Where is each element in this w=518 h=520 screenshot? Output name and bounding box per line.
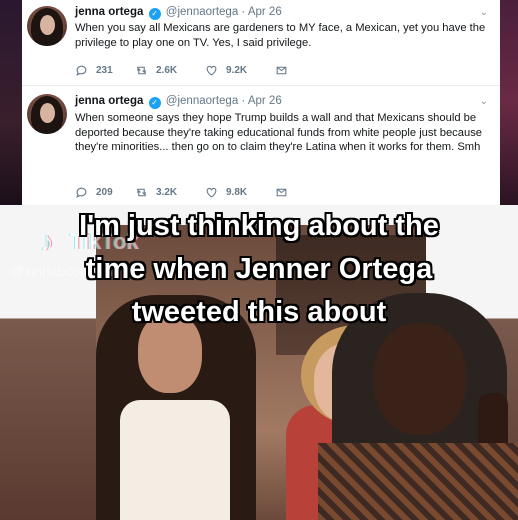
share-icon — [276, 66, 287, 75]
avatar[interactable] — [27, 6, 67, 46]
tweet-header: jenna ortega ✓ @jennaortega · Apr 26 — [75, 95, 282, 109]
tweet-date[interactable]: Apr 26 — [248, 95, 282, 107]
share-button[interactable] — [275, 186, 296, 199]
chevron-down-icon[interactable]: ⌄ — [480, 7, 488, 18]
reply-icon — [76, 187, 87, 198]
caption-line: time when Jenner Ortega — [85, 253, 433, 285]
caption-line: I'm just thinking about the — [79, 210, 439, 242]
separator: · — [241, 6, 246, 18]
tweet-actions: 209 3.2K 9.8K — [75, 186, 296, 199]
background-left — [0, 0, 22, 205]
like-button[interactable]: 9.2K — [205, 64, 275, 77]
retweet-count: 2.6K — [156, 65, 178, 76]
video-caption: I'm just thinking about the time when Je… — [0, 205, 518, 334]
share-icon — [276, 188, 287, 197]
retweet-button[interactable]: 2.6K — [135, 64, 205, 77]
author-name[interactable]: jenna ortega — [75, 95, 143, 107]
tweet-date[interactable]: Apr 26 — [248, 6, 282, 18]
author-handle[interactable]: @jennaortega — [166, 6, 238, 18]
retweet-icon — [136, 188, 147, 197]
tweet-actions: 231 2.6K 9.2K — [75, 64, 296, 77]
tweet: jenna ortega ✓ @jennaortega · Apr 26 ⌄ W… — [22, 0, 500, 86]
reply-count: 209 — [96, 187, 113, 198]
tweet-text: When someone says they hope Trump builds… — [75, 112, 483, 153]
retweet-count: 3.2K — [156, 187, 178, 198]
retweet-button[interactable]: 3.2K — [135, 186, 205, 199]
reply-icon — [76, 65, 87, 76]
like-count: 9.8K — [226, 187, 248, 198]
author-handle[interactable]: @jennaortega — [166, 95, 238, 107]
tweet: jenna ortega ✓ @jennaortega · Apr 26 ⌄ W… — [22, 86, 500, 205]
chevron-down-icon[interactable]: ⌄ — [480, 96, 488, 107]
like-count: 9.2K — [226, 65, 248, 76]
verified-icon: ✓ — [148, 8, 161, 20]
video-frame[interactable]: ♪ TikTok @xeinabcoulibaly I'm just think… — [0, 205, 518, 520]
tweet-screenshot: jenna ortega ✓ @jennaortega · Apr 26 ⌄ W… — [22, 0, 500, 205]
tweet-header: jenna ortega ✓ @jennaortega · Apr 26 — [75, 6, 282, 20]
retweet-icon — [136, 66, 147, 75]
background-right — [500, 0, 518, 205]
verified-icon: ✓ — [148, 97, 161, 109]
tweet-text: When you say all Mexicans are gardeners … — [75, 22, 486, 49]
heart-icon — [206, 65, 217, 76]
share-button[interactable] — [275, 64, 296, 77]
caption-line: tweeted this about — [131, 296, 387, 328]
reply-button[interactable]: 209 — [75, 186, 135, 199]
reply-count: 231 — [96, 65, 113, 76]
like-button[interactable]: 9.8K — [205, 186, 275, 199]
avatar[interactable] — [27, 94, 67, 134]
separator: · — [241, 95, 246, 107]
reply-button[interactable]: 231 — [75, 64, 135, 77]
author-name[interactable]: jenna ortega — [75, 6, 143, 18]
heart-icon — [206, 187, 217, 198]
